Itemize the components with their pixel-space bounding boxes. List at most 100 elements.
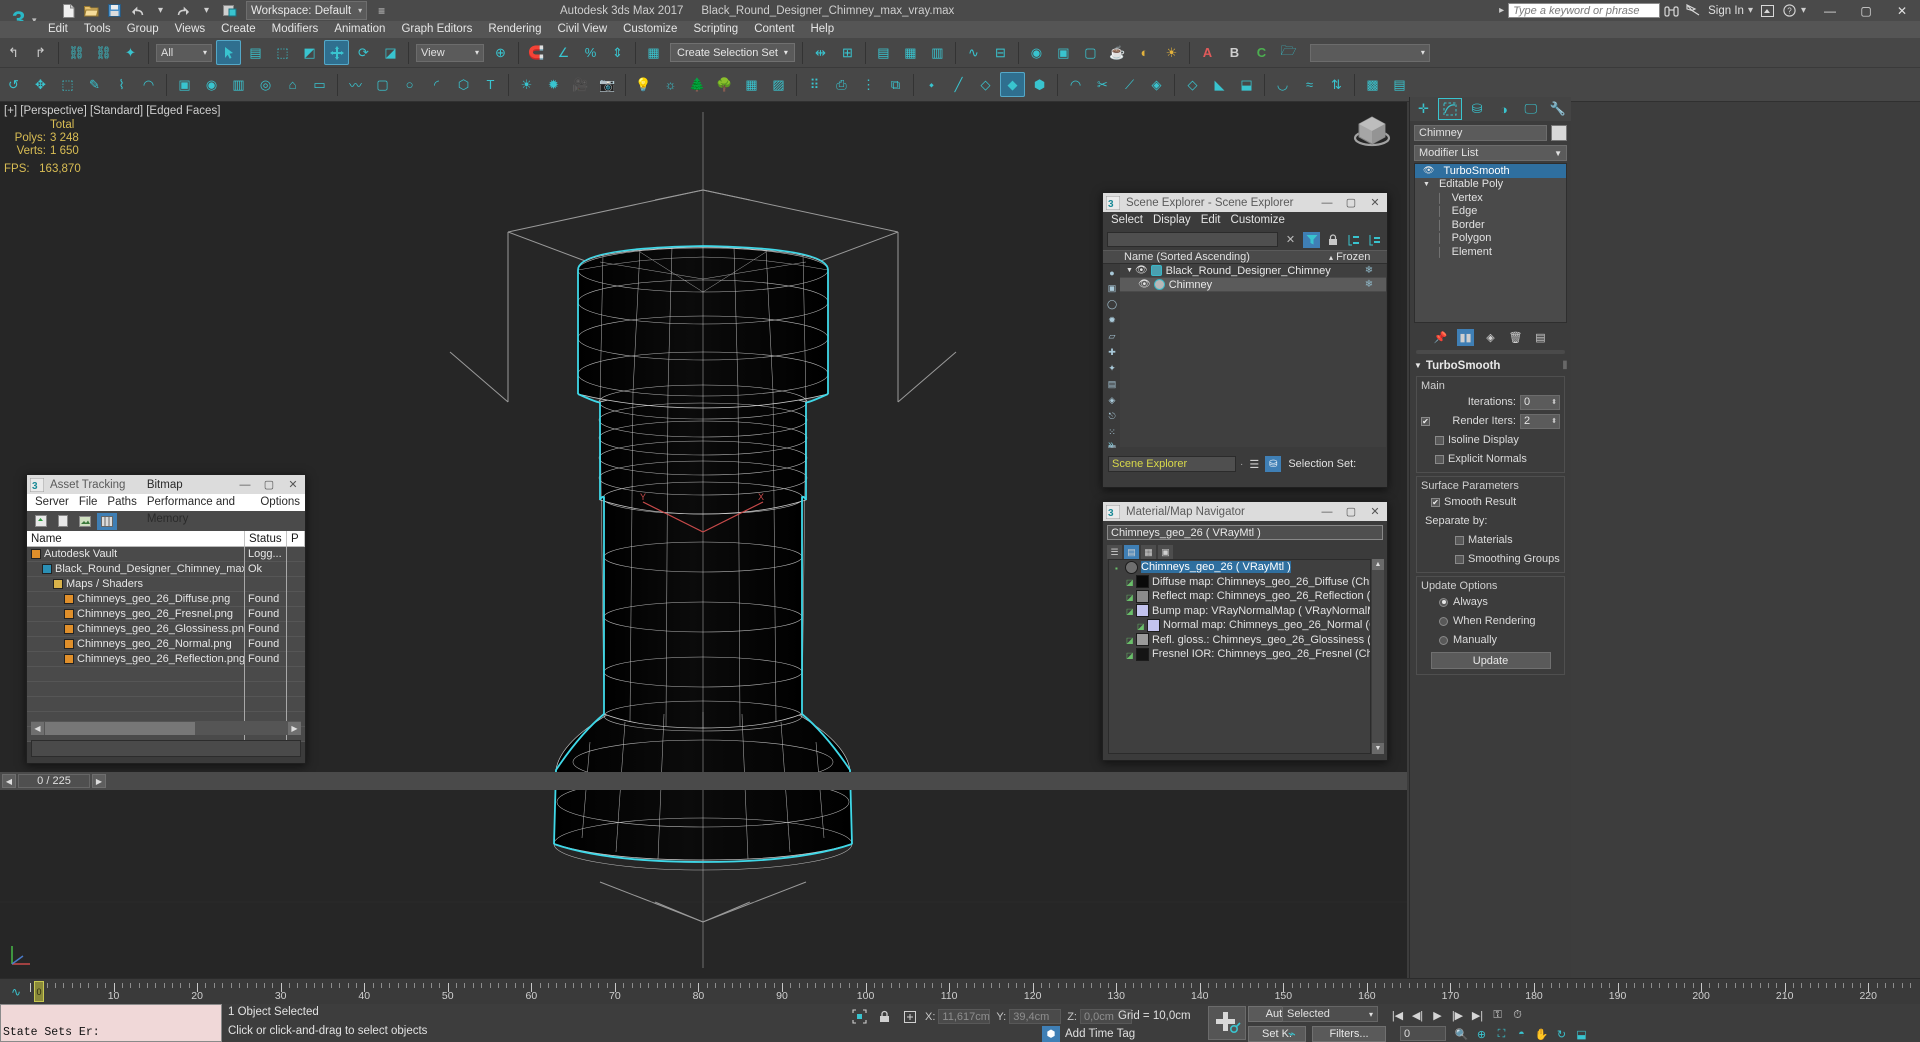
asset-row[interactable]: Autodesk Vault Logg... — [27, 546, 305, 562]
asset-row[interactable]: Chimneys_geo_26_Normal.png Found — [27, 636, 305, 652]
scroll-up-arrow-icon[interactable]: ▲ — [1372, 559, 1384, 570]
asset-row[interactable]: Maps / Shaders — [27, 576, 305, 592]
viewcube-icon[interactable] — [1349, 110, 1395, 156]
cut-icon[interactable]: ✂ — [1090, 72, 1115, 97]
modifier-stack-row[interactable]: │ Element — [1415, 245, 1566, 259]
asset-tracking-maximize-button[interactable]: ▢ — [257, 475, 281, 494]
omni-light-icon[interactable]: 💡 — [631, 72, 656, 97]
smoothing-groups-checkbox[interactable] — [1455, 554, 1464, 564]
spinner-snap-icon[interactable]: ⇕ — [605, 40, 630, 65]
workspace-selector[interactable]: Workspace: Default ▾ — [246, 1, 368, 20]
plane-primitive-icon[interactable]: ▭ — [307, 72, 332, 97]
coord-y-input[interactable]: 39,4cm — [1009, 1009, 1062, 1024]
surface-brush-icon[interactable]: ◠ — [136, 72, 161, 97]
scene-explorer-dialog[interactable]: 3 Scene Explorer - Scene Explorer — ▢ ✕ … — [1102, 192, 1388, 488]
subobject-polygon-icon[interactable]: ◆ — [1000, 72, 1025, 97]
modifier-stack-row[interactable]: 👁 TurboSmooth — [1415, 164, 1566, 178]
track-view-curve-icon[interactable]: ∿ — [6, 983, 26, 1000]
rail-bones-icon[interactable]: ⎋ — [1105, 409, 1119, 424]
matnav-vertical-scrollbar[interactable]: ▲ ▼ — [1372, 559, 1384, 754]
exchange-icon[interactable] — [1682, 1, 1704, 21]
select-object-icon[interactable] — [216, 40, 241, 65]
pan-icon[interactable]: ✋ — [1532, 1026, 1551, 1042]
configure-modifier-sets-icon[interactable]: ▤ — [1532, 329, 1549, 346]
scene-explorer-minimize-button[interactable]: — — [1315, 193, 1339, 212]
asset-row[interactable] — [27, 681, 305, 697]
menu-item-scripting[interactable]: Scripting — [685, 21, 746, 38]
percent-snap-icon[interactable]: % — [578, 40, 603, 65]
asset-refresh-icon[interactable] — [31, 513, 51, 530]
smooth-icon[interactable]: ◡ — [1270, 72, 1295, 97]
select-and-rotate-icon[interactable]: ⟳ — [351, 40, 376, 65]
material-tree-row[interactable]: ◪ Diffuse map: Chimneys_geo_26_Diffuse (C… — [1109, 575, 1370, 590]
asset-row[interactable]: Chimneys_geo_26_Glossiness.png Found — [27, 621, 305, 637]
scene-explorer-toggle-icon[interactable]: ▦ — [898, 40, 923, 65]
asset-menu-server[interactable]: Server — [30, 494, 74, 511]
current-frame-input[interactable]: 0 — [1400, 1026, 1446, 1041]
cylinder-primitive-icon[interactable]: ▥ — [226, 72, 251, 97]
asset-list-view-icon[interactable] — [53, 513, 73, 530]
matnav-large-icons-view-icon[interactable]: ▣ — [1158, 545, 1173, 559]
explicit-normals-row[interactable]: Explicit Normals — [1421, 451, 1560, 467]
scene-menu-select[interactable]: Select — [1106, 212, 1148, 229]
matnav-minimize-button[interactable]: — — [1315, 502, 1339, 521]
rail-spacewarps-icon[interactable]: ✦ — [1105, 361, 1119, 376]
railing-icon[interactable]: ▦ — [739, 72, 764, 97]
hierarchy-view-icon[interactable]: ⛁ — [1265, 456, 1282, 472]
zoom-icon[interactable]: 🔍 — [1452, 1026, 1471, 1042]
material-tree-row[interactable]: ◪ Reflect map: Chimneys_geo_26_Reflection… — [1109, 589, 1370, 604]
free-camera-icon[interactable]: 📷 — [595, 72, 620, 97]
key-curve-icon[interactable]: ⌁ — [1288, 1026, 1296, 1042]
rail-lights-icon[interactable]: ✹ — [1105, 313, 1119, 328]
bevel-icon[interactable]: ◣ — [1207, 72, 1232, 97]
curve-editor-icon[interactable]: ∿ — [961, 40, 986, 65]
font-a-icon[interactable]: A — [1195, 40, 1220, 65]
scene-menu-customize[interactable]: Customize — [1226, 212, 1290, 229]
isoline-display-row[interactable]: Isoline Display — [1421, 432, 1560, 448]
subobject-edge-icon[interactable]: ╱ — [946, 72, 971, 97]
asset-row[interactable]: Chimneys_geo_26_Fresnel.png Found — [27, 606, 305, 622]
scene-explorer-object-list[interactable]: ▼ 👁 Black_Round_Designer_Chimney ❄ 👁 Chimney ❄ — [1120, 264, 1386, 447]
timeline-ruler[interactable]: ∿ 10 20 30 40 50 60 70 80 90 100 110 120 130 140 150 16… — [0, 978, 1920, 1004]
modifier-stack-row[interactable]: │ Vertex — [1415, 191, 1566, 205]
frozen-icon[interactable]: ❄ — [1352, 279, 1386, 290]
object-name-input[interactable]: Chimney — [1414, 125, 1547, 141]
mirror-icon[interactable]: ⇹ — [808, 40, 833, 65]
subobject-element-icon[interactable]: ⬢ — [1027, 72, 1052, 97]
scrollbar-thumb[interactable] — [45, 721, 195, 735]
material-tree-row[interactable]: ▪ Chimneys_geo_26 ( VRayMtl ) — [1109, 560, 1370, 575]
line-shape-icon[interactable]: 〰 — [343, 72, 368, 97]
update-when-rendering-radio[interactable] — [1439, 616, 1448, 626]
scene-explorer-close-button[interactable]: ✕ — [1363, 193, 1387, 212]
render-iters-spinner[interactable]: 2 ⬍ — [1520, 413, 1560, 429]
menu-item-views[interactable]: Views — [167, 21, 213, 38]
expand-footer-icon[interactable]: » — [1108, 439, 1114, 450]
font-b-icon[interactable]: B — [1222, 40, 1247, 65]
scene-explorer-maximize-button[interactable]: ▢ — [1339, 193, 1363, 212]
previous-frame-arrow-icon[interactable]: ◀ — [2, 774, 16, 788]
menu-item-animation[interactable]: Animation — [326, 21, 393, 38]
modifier-stack-row[interactable]: │ Edge — [1415, 205, 1566, 219]
arc-shape-icon[interactable]: ◜ — [424, 72, 449, 97]
rectangular-selection-region-icon[interactable]: ⬚ — [270, 40, 295, 65]
make-unique-icon[interactable]: ◈ — [1482, 329, 1499, 346]
remove-modifier-icon[interactable]: 🗑 — [1507, 329, 1524, 346]
iterations-spinner[interactable]: 0 ⬍ — [1520, 394, 1560, 410]
render-setup-icon[interactable]: ▣ — [1051, 40, 1076, 65]
rectangle-shape-icon[interactable]: ▢ — [370, 72, 395, 97]
arc-rotate-icon[interactable]: ↺ — [1, 72, 26, 97]
smooth-result-row[interactable]: ✔ Smooth Result — [1421, 494, 1560, 510]
minimize-button[interactable]: — — [1812, 0, 1848, 21]
selection-lock-region-icon[interactable] — [850, 1008, 869, 1025]
clone-icon[interactable]: ⧉ — [883, 72, 908, 97]
filters-button[interactable]: Filters... — [1312, 1026, 1386, 1042]
smoothing-groups-row[interactable]: Smoothing Groups — [1421, 551, 1560, 567]
asset-tracking-list[interactable]: Autodesk Vault Logg... Black_Round_Designe… — [27, 546, 305, 742]
undo-tool-icon[interactable]: ↰ — [1, 40, 26, 65]
add-time-tag-group[interactable]: ⬢ Add Time Tag — [1042, 1026, 1135, 1042]
modifier-list-dropdown[interactable]: Modifier List ▼ — [1414, 145, 1567, 161]
menu-item-create[interactable]: Create — [213, 21, 264, 38]
help-chevron-icon[interactable]: ▾ — [1801, 5, 1812, 16]
matnav-current-material-field[interactable]: Chimneys_geo_26 ( VRayMtl ) — [1107, 525, 1383, 540]
asset-col-p[interactable]: P — [287, 531, 305, 546]
